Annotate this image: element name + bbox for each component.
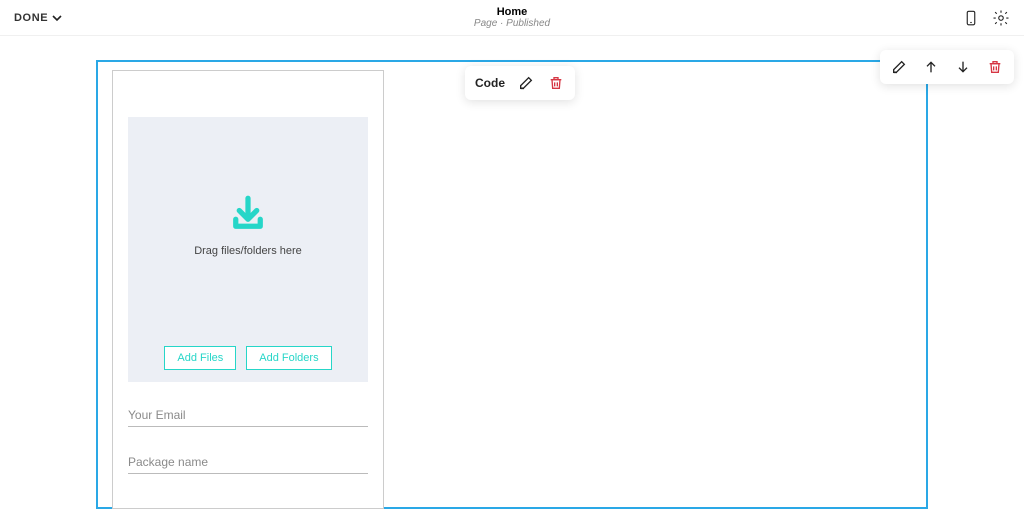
topbar: DONE Home Page · Published: [0, 0, 1024, 36]
dropzone-buttons: Add Files Add Folders: [128, 346, 368, 370]
embed-panel: Drag files/folders here Add Files Add Fo…: [112, 70, 384, 509]
arrow-up-icon: [923, 59, 939, 75]
code-block-toolbar: Code: [465, 66, 575, 100]
done-label: DONE: [14, 12, 48, 24]
mobile-preview-button[interactable]: [962, 9, 980, 27]
trash-icon: [548, 75, 564, 91]
page-title: Home: [474, 6, 550, 18]
chevron-down-icon: [52, 13, 62, 23]
pencil-icon: [891, 59, 907, 75]
pencil-icon: [518, 75, 534, 91]
package-field-wrap: [128, 451, 368, 474]
topbar-actions: [962, 9, 1010, 27]
add-folders-button[interactable]: Add Folders: [246, 346, 331, 370]
delete-section-button[interactable]: [986, 58, 1004, 76]
dropzone-text: Drag files/folders here: [128, 245, 368, 257]
done-button[interactable]: DONE: [14, 12, 62, 24]
form-fields: [128, 404, 368, 474]
settings-button[interactable]: [992, 9, 1010, 27]
add-files-button[interactable]: Add Files: [164, 346, 236, 370]
move-up-button[interactable]: [922, 58, 940, 76]
package-name-field[interactable]: [128, 451, 368, 474]
download-icon: [227, 193, 269, 240]
email-field[interactable]: [128, 404, 368, 427]
edit-code-button[interactable]: [517, 74, 535, 92]
editor-stage: Drag files/folders here Add Files Add Fo…: [0, 36, 1024, 509]
edit-section-button[interactable]: [890, 58, 908, 76]
move-down-button[interactable]: [954, 58, 972, 76]
dropzone[interactable]: Drag files/folders here Add Files Add Fo…: [128, 117, 368, 382]
mobile-icon: [962, 9, 980, 27]
email-field-wrap: [128, 404, 368, 427]
page-heading: Home Page · Published: [474, 6, 550, 29]
trash-icon: [987, 59, 1003, 75]
code-label: Code: [475, 76, 505, 90]
arrow-down-icon: [955, 59, 971, 75]
gear-icon: [992, 9, 1010, 27]
delete-code-button[interactable]: [547, 74, 565, 92]
section-toolbar: [880, 50, 1014, 84]
page-subtitle: Page · Published: [474, 18, 550, 29]
